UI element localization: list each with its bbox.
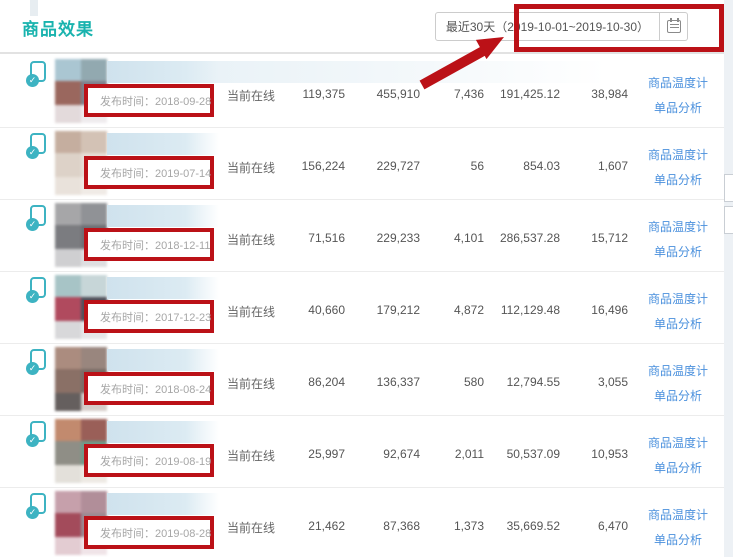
publish-date-annotation-box: 发布时间：2018-12-11 xyxy=(84,228,214,261)
link-product-thermometer[interactable]: 商品温度计 xyxy=(636,143,720,168)
row-actions: 商品温度计 单品分析 xyxy=(636,431,720,481)
metric-value: 3,055 xyxy=(548,375,628,389)
product-title-blurred xyxy=(107,133,219,155)
check-badge-icon: ✓ xyxy=(26,74,39,87)
publish-date-annotation-box: 发布时间：2019-08-19 xyxy=(84,444,214,477)
metric-value: 112,129.48 xyxy=(460,303,560,317)
link-product-thermometer[interactable]: 商品温度计 xyxy=(636,71,720,96)
publish-date: 发布时间：2017-12-23 xyxy=(88,309,211,325)
metric-value: 286,537.28 xyxy=(460,231,560,245)
publish-date-annotation-box: 发布时间：2018-08-24 xyxy=(84,372,214,405)
row-actions: 商品温度计 单品分析 xyxy=(636,215,720,265)
page-header: 商品效果 最近30天（2019-10-01~2019-10-30） xyxy=(0,0,733,54)
publish-date: 发布时间：2018-08-24 xyxy=(88,381,211,397)
date-range-label: 最近30天（2019-10-01~2019-10-30） xyxy=(446,18,649,35)
product-title-blurred xyxy=(107,61,219,83)
product-verified-icon: ✓ xyxy=(28,493,47,517)
page-title: 商品效果 xyxy=(22,15,94,40)
product-verified-icon: ✓ xyxy=(28,277,47,301)
link-single-item-analysis[interactable]: 单品分析 xyxy=(636,240,720,265)
row-actions: 商品温度计 单品分析 xyxy=(636,503,720,553)
check-badge-icon: ✓ xyxy=(26,146,39,159)
metric-value: 15,712 xyxy=(548,231,628,245)
link-product-thermometer[interactable]: 商品温度计 xyxy=(636,503,720,528)
metric-value: 38,984 xyxy=(548,87,628,101)
check-badge-icon: ✓ xyxy=(26,290,39,303)
check-badge-icon: ✓ xyxy=(26,434,39,447)
date-range-button[interactable]: 最近30天（2019-10-01~2019-10-30） xyxy=(435,12,660,41)
link-single-item-analysis[interactable]: 单品分析 xyxy=(636,456,720,481)
publish-date-annotation-box: 发布时间：2018-09-28 xyxy=(84,84,214,117)
table-row: ✓ 发布时间：2018-09-28 当前在线 119,375 455,910 7… xyxy=(0,56,724,128)
link-single-item-analysis[interactable]: 单品分析 xyxy=(636,168,720,193)
link-product-thermometer[interactable]: 商品温度计 xyxy=(636,215,720,240)
publish-date: 发布时间：2019-08-28 xyxy=(88,525,211,541)
product-verified-icon: ✓ xyxy=(28,421,47,445)
publish-date: 发布时间：2018-12-11 xyxy=(88,237,210,253)
link-product-thermometer[interactable]: 商品温度计 xyxy=(636,431,720,456)
product-title-blurred xyxy=(107,277,219,299)
side-widget-button[interactable] xyxy=(724,206,733,234)
publish-date-annotation-box: 发布时间：2019-07-14 xyxy=(84,156,214,189)
row-actions: 商品温度计 单品分析 xyxy=(636,287,720,337)
row-actions: 商品温度计 单品分析 xyxy=(636,71,720,121)
metric-value: 12,794.55 xyxy=(460,375,560,389)
table-row: ✓ 发布时间：2019-07-14 当前在线 156,224 229,727 5… xyxy=(0,128,724,200)
publish-date: 发布时间：2018-09-28 xyxy=(88,93,211,109)
product-verified-icon: ✓ xyxy=(28,349,47,373)
metric-value: 35,669.52 xyxy=(460,519,560,533)
check-badge-icon: ✓ xyxy=(26,218,39,231)
table-row: ✓ 发布时间：2019-08-19 当前在线 25,997 92,674 2,0… xyxy=(0,416,724,488)
product-title-blurred xyxy=(107,349,219,371)
metric-value: 50,537.09 xyxy=(460,447,560,461)
table-row: ✓ 发布时间：2018-12-11 当前在线 71,516 229,233 4,… xyxy=(0,200,724,272)
metric-value: 6,470 xyxy=(548,519,628,533)
date-range-picker: 最近30天（2019-10-01~2019-10-30） xyxy=(435,12,688,41)
metric-value: 1,607 xyxy=(548,159,628,173)
publish-date: 发布时间：2019-08-19 xyxy=(88,453,211,469)
page-gutter xyxy=(724,0,733,557)
check-badge-icon: ✓ xyxy=(26,362,39,375)
product-verified-icon: ✓ xyxy=(28,61,47,85)
metric-value: 191,425.12 xyxy=(460,87,560,101)
link-product-thermometer[interactable]: 商品温度计 xyxy=(636,287,720,312)
table-row: ✓ 发布时间：2018-08-24 当前在线 86,204 136,337 58… xyxy=(0,344,724,416)
publish-date-annotation-box: 发布时间：2019-08-28 xyxy=(84,516,214,549)
row-actions: 商品温度计 单品分析 xyxy=(636,143,720,193)
calendar-button[interactable] xyxy=(660,12,688,41)
metric-value: 16,496 xyxy=(548,303,628,317)
product-title-blurred xyxy=(107,421,219,443)
side-widget-button[interactable] xyxy=(724,174,733,202)
link-single-item-analysis[interactable]: 单品分析 xyxy=(636,96,720,121)
product-verified-icon: ✓ xyxy=(28,205,47,229)
table-row: ✓ 发布时间：2019-08-28 当前在线 21,462 87,368 1,3… xyxy=(0,488,724,557)
product-performance-page: 商品效果 最近30天（2019-10-01~2019-10-30） ✓ 发布时间… xyxy=(0,0,733,557)
link-product-thermometer[interactable]: 商品温度计 xyxy=(636,359,720,384)
calendar-icon xyxy=(667,20,681,33)
metric-value: 10,953 xyxy=(548,447,628,461)
product-verified-icon: ✓ xyxy=(28,133,47,157)
link-single-item-analysis[interactable]: 单品分析 xyxy=(636,312,720,337)
row-actions: 商品温度计 单品分析 xyxy=(636,359,720,409)
table-row: ✓ 发布时间：2017-12-23 当前在线 40,660 179,212 4,… xyxy=(0,272,724,344)
corner-artifact xyxy=(30,0,38,16)
link-single-item-analysis[interactable]: 单品分析 xyxy=(636,384,720,409)
product-title-blurred xyxy=(107,493,219,515)
check-badge-icon: ✓ xyxy=(26,506,39,519)
product-title-blurred xyxy=(107,205,219,227)
metric-value: 854.03 xyxy=(460,159,560,173)
publish-date: 发布时间：2019-07-14 xyxy=(88,165,211,181)
product-table: ✓ 发布时间：2018-09-28 当前在线 119,375 455,910 7… xyxy=(0,56,724,557)
publish-date-annotation-box: 发布时间：2017-12-23 xyxy=(84,300,214,333)
link-single-item-analysis[interactable]: 单品分析 xyxy=(636,528,720,553)
